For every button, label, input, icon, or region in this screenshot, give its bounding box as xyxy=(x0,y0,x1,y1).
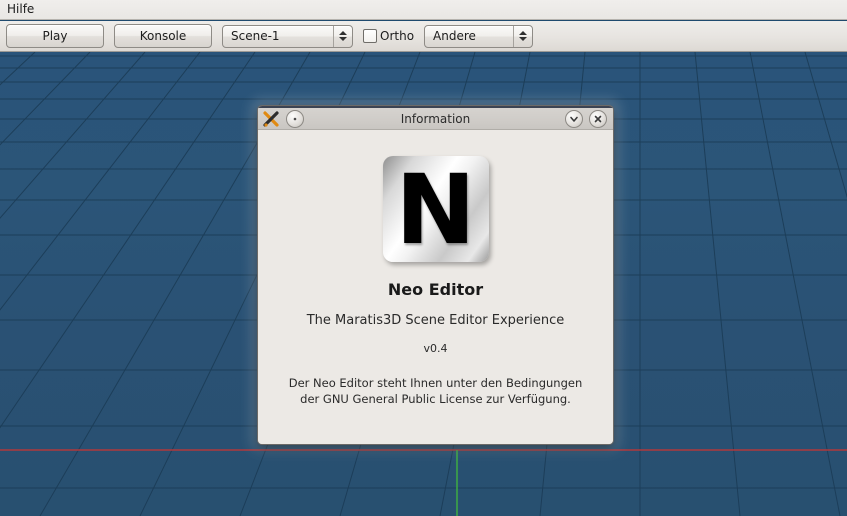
scene-select-value: Scene-1 xyxy=(231,29,280,43)
checkbox-box-icon xyxy=(363,29,377,43)
menu-item-hilfe[interactable]: Hilfe xyxy=(0,0,41,19)
close-icon xyxy=(594,115,602,122)
window-menu-button[interactable] xyxy=(286,109,304,128)
chevron-down-icon xyxy=(570,116,578,122)
play-button[interactable]: Play xyxy=(6,24,104,48)
neo-editor-logo: N xyxy=(382,156,489,262)
spinner-arrows-icon[interactable] xyxy=(513,25,532,47)
window-menu-icon xyxy=(293,117,297,120)
arrow-down-icon xyxy=(339,37,347,41)
logo-letter: N xyxy=(395,156,476,262)
close-button[interactable] xyxy=(589,109,607,128)
view-mode-select[interactable]: Andere xyxy=(424,24,534,48)
view-mode-select-value: Andere xyxy=(433,29,476,43)
app-name: Neo Editor xyxy=(387,280,484,299)
dialog-title: Information xyxy=(400,111,471,126)
app-version: v0.4 xyxy=(423,342,448,355)
application-window: Hilfe Play Konsole Scene-1 Ortho Andere xyxy=(0,0,847,516)
information-dialog: Information N Neo Editor The Maratis3D S… xyxy=(257,105,614,445)
spinner-arrows-icon[interactable] xyxy=(333,25,352,47)
app-tagline: The Maratis3D Scene Editor Experience xyxy=(306,313,565,328)
shade-button[interactable] xyxy=(565,109,583,128)
arrow-down-icon xyxy=(519,37,528,41)
console-button[interactable]: Konsole xyxy=(114,24,212,48)
scene-select[interactable]: Scene-1 xyxy=(222,24,353,48)
dialog-body: N Neo Editor The Maratis3D Scene Editor … xyxy=(258,130,613,444)
arrow-up-icon xyxy=(339,31,347,35)
dialog-titlebar[interactable]: Information xyxy=(258,106,613,130)
arrow-up-icon xyxy=(519,31,528,35)
ortho-checkbox-label: Ortho xyxy=(380,29,415,43)
menu-bar: Hilfe xyxy=(0,0,847,20)
license-line-1: Der Neo Editor steht Ihnen unter den Bed… xyxy=(288,376,583,390)
license-text: Der Neo Editor steht Ihnen unter den Bed… xyxy=(271,375,601,407)
toolbar: Play Konsole Scene-1 Ortho Andere xyxy=(0,21,847,52)
ortho-checkbox[interactable]: Ortho xyxy=(363,29,414,43)
maratis-app-icon xyxy=(263,110,281,128)
license-line-2: der GNU General Public License zur Verfü… xyxy=(300,392,571,406)
